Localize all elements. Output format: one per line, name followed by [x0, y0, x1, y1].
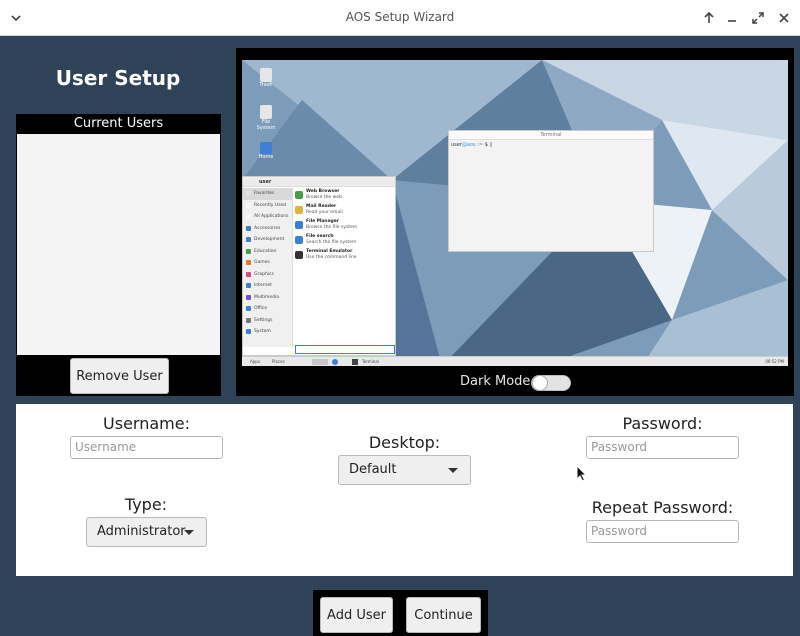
- preview-menu-category: Multimedia: [243, 292, 292, 304]
- preview-menu-app: Mail Reader Read your email: [295, 204, 395, 219]
- preview-menu-app: File Manager Browse the file system: [295, 219, 395, 234]
- desktop-icon-filesystem: File System: [252, 105, 280, 131]
- prompt-rest: :~ $: [477, 142, 488, 148]
- preview-terminal-window: Terminal user@aos :~ $ ▯: [448, 130, 654, 252]
- preview-menu-category-label: Multimedia: [254, 294, 280, 300]
- preview-menu-category-label: Recently Used: [254, 202, 287, 208]
- taskbar-clock: 06:52 PM: [765, 359, 784, 364]
- password-input[interactable]: Password: [586, 436, 739, 459]
- repeat-password-input[interactable]: Password: [586, 520, 739, 543]
- title-bar: AOS Setup Wizard: [0, 0, 800, 36]
- preview-menu-category: Education: [243, 246, 292, 258]
- prompt-host: @aos: [461, 142, 476, 148]
- preview-menu-category-label: System: [254, 329, 271, 334]
- arrow-up-icon[interactable]: [701, 10, 717, 26]
- preview-menu-app-desc: Use the command line: [306, 255, 357, 260]
- preview-menu-category-label: Favorites: [254, 191, 275, 196]
- preview-menu-app-desc: Search the file system: [306, 240, 357, 245]
- desktop-preview-image: Trash File System Home Terminal user@aos…: [242, 60, 788, 366]
- preview-menu-category-label: Development: [254, 237, 285, 242]
- preview-terminal-prompt: user@aos :~ $ ▯: [451, 142, 493, 148]
- preview-menu-category-label: Settings: [254, 317, 273, 323]
- dark-mode-row: Dark Mode: [236, 372, 794, 394]
- preview-menu-app-name: File search: [306, 234, 334, 239]
- taskbar-apps: Apps: [250, 359, 260, 364]
- preview-menu-app: Web Browser Browse the web: [295, 189, 395, 204]
- prompt-user: user: [451, 142, 462, 148]
- desktop-icon-label: File System: [256, 119, 276, 131]
- preview-terminal-title: Terminal: [540, 132, 562, 138]
- desktop-preview-panel: Trash File System Home Terminal user@aos…: [236, 48, 794, 396]
- preview-menu-user: user: [259, 179, 272, 185]
- window-title: AOS Setup Wizard: [345, 10, 455, 24]
- preview-menu-category-label: Education: [254, 248, 277, 254]
- desktop-dropdown[interactable]: Default: [338, 455, 471, 485]
- taskbar-places: Places: [272, 359, 285, 364]
- current-users-list[interactable]: [17, 134, 220, 355]
- preview-menu-category: Settings: [243, 315, 292, 327]
- preview-menu-category: Office: [243, 303, 292, 315]
- type-dropdown[interactable]: Administrator: [86, 517, 207, 547]
- current-users-header: Current Users: [73, 116, 164, 131]
- preview-menu-categories: Favorites Recently Used All Applications Ac…: [243, 188, 293, 347]
- desktop-icon-trash: Trash: [256, 68, 276, 88]
- password-label: Password:: [622, 414, 703, 433]
- preview-menu-apps: Web Browser Browse the web Mail Reader Read…: [295, 189, 395, 264]
- maximize-icon[interactable]: [750, 10, 766, 26]
- preview-menu-category: Internet: [243, 280, 292, 292]
- type-dropdown-value: Administrator: [97, 524, 186, 539]
- mouse-cursor-icon: [576, 464, 588, 487]
- preview-taskbar: Apps Places Terminal 06:52 PM: [242, 356, 788, 366]
- preview-menu-category: All Applications: [243, 211, 292, 223]
- minimize-icon[interactable]: [724, 10, 740, 26]
- preview-menu-app-desc: Read your email: [306, 210, 343, 215]
- page-title: User Setup: [55, 66, 181, 90]
- preview-menu-app-name: Terminal Emulator: [306, 249, 353, 254]
- preview-menu-app-name: Mail Reader: [306, 204, 337, 209]
- type-label: Type:: [124, 495, 168, 514]
- continue-button[interactable]: Continue: [406, 597, 481, 633]
- desktop-icon-home: Home: [256, 142, 276, 160]
- current-users-panel: Current Users: [16, 114, 221, 396]
- preview-menu-app: Terminal Emulator Use the command line: [295, 249, 395, 264]
- desktop-label: Desktop:: [368, 433, 441, 452]
- preview-menu-category-label: All Applications: [254, 214, 289, 219]
- preview-menu-category: Favorites: [243, 188, 292, 200]
- preview-menu-category-label: Office: [254, 306, 268, 311]
- desktop-icon-label: Trash: [259, 82, 273, 88]
- caret-down-icon: [448, 468, 458, 473]
- preview-menu-category: Accessories: [243, 223, 292, 235]
- preview-menu-category-label: Games: [254, 260, 270, 265]
- preview-start-menu: user Favorites Recently Used All Applicati…: [242, 176, 396, 356]
- username-input[interactable]: Username: [70, 436, 223, 459]
- desktop-icon-label: Home: [258, 154, 274, 160]
- preview-menu-app-desc: Browse the file system: [306, 225, 358, 230]
- preview-menu-search: [295, 345, 395, 354]
- remove-user-button[interactable]: Remove User: [70, 358, 169, 394]
- add-user-button[interactable]: Add User: [320, 597, 393, 633]
- preview-menu-app-desc: Browse the web: [306, 195, 342, 200]
- preview-menu-category: Recently Used: [243, 200, 292, 212]
- preview-menu-category: System: [243, 326, 292, 338]
- preview-menu-category: Development: [243, 234, 292, 246]
- preview-menu-category-label: Graphics: [254, 271, 274, 277]
- preview-menu-category-label: Accessories: [254, 225, 281, 231]
- preview-menu-app: File search Search the file system: [295, 234, 395, 249]
- desktop-dropdown-value: Default: [349, 462, 397, 477]
- preview-menu-category: Graphics: [243, 269, 292, 281]
- dark-mode-switch-knob: [532, 375, 548, 391]
- preview-menu-app-name: Web Browser: [306, 189, 340, 194]
- preview-menu-app-name: File Manager: [306, 219, 340, 224]
- preview-menu-category-label: Internet: [254, 283, 272, 288]
- user-form: Username: Username Desktop: Default Pass…: [16, 404, 793, 576]
- taskbar-terminal: Terminal: [362, 359, 379, 364]
- dark-mode-label: Dark Mode: [460, 374, 531, 389]
- dark-mode-switch[interactable]: [531, 375, 571, 391]
- caret-down-icon: [184, 530, 194, 535]
- repeat-password-label: Repeat Password:: [591, 498, 734, 517]
- username-label: Username:: [103, 414, 190, 433]
- preview-menu-category: Games: [243, 257, 292, 269]
- close-icon[interactable]: [776, 10, 792, 26]
